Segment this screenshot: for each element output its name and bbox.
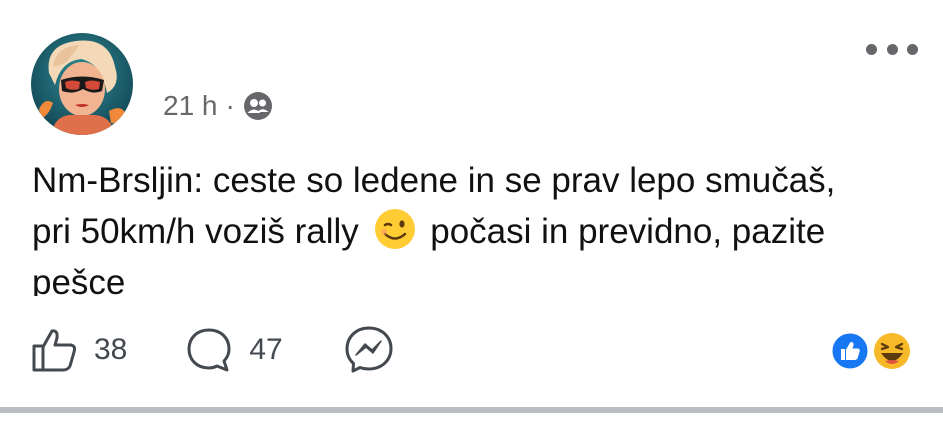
post-text: Nm-Brsljin: ceste so ledene in se prav l… <box>32 155 872 296</box>
messenger-icon <box>343 324 395 376</box>
author-avatar[interactable] <box>31 33 133 135</box>
friends-icon <box>243 91 273 121</box>
dot <box>866 43 877 55</box>
dot <box>886 43 898 55</box>
post-time[interactable]: 21 h <box>163 90 218 122</box>
post-meta: 21 h · <box>163 86 273 126</box>
more-options-icon[interactable] <box>866 36 918 62</box>
post-card: 21 h · Nm-Brsljin: ceste so ledene in se… <box>0 0 943 410</box>
winking-face-icon <box>373 207 417 251</box>
share-button[interactable] <box>343 324 395 376</box>
like-count: 38 <box>94 333 128 366</box>
post-actions: 38 47 <box>30 322 395 378</box>
haha-reaction-icon <box>872 331 912 371</box>
reaction-summary[interactable] <box>828 329 916 373</box>
author-name[interactable] <box>160 40 360 70</box>
comment-button[interactable]: 47 <box>185 326 283 374</box>
like-button[interactable]: 38 <box>30 326 127 374</box>
comment-count: 47 <box>249 333 283 366</box>
thumbs-up-outline-icon <box>30 326 78 374</box>
comment-bubble-icon <box>185 326 233 374</box>
dot <box>907 43 918 55</box>
post-divider <box>0 407 943 413</box>
meta-separator: · <box>225 90 235 121</box>
